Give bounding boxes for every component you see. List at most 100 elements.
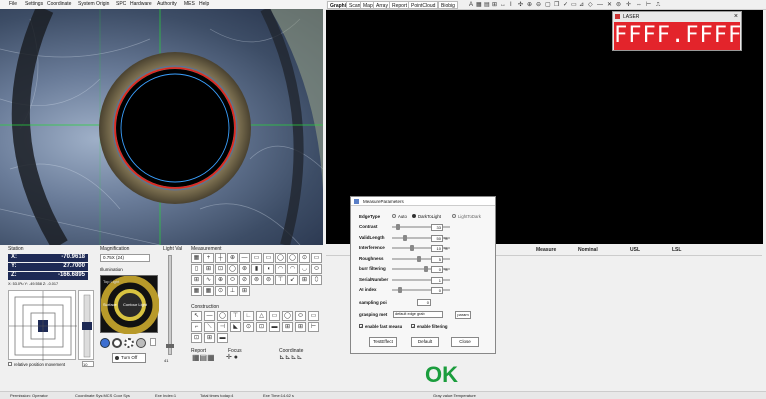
point-tool-icon[interactable]: ▦: [191, 286, 202, 296]
construction-tool-icon[interactable]: ⊞: [204, 333, 215, 343]
rect-tool-icon[interactable]: ⊚: [251, 275, 262, 285]
menu-file[interactable]: File: [9, 1, 17, 7]
plus-icon[interactable]: ✛: [626, 2, 631, 8]
turn-off-button[interactable]: Turn Off: [112, 353, 146, 363]
crosshair-tool-icon[interactable]: ⊕: [215, 275, 226, 285]
line-tool-icon[interactable]: ⊞: [239, 286, 250, 296]
crosshair-tool-icon[interactable]: ⊡: [215, 264, 226, 274]
sampling-input[interactable]: 0: [417, 299, 431, 306]
construction-tool-icon[interactable]: ⊤: [230, 311, 241, 321]
point-tool-icon[interactable]: ▯: [191, 264, 202, 274]
cross-tool-icon[interactable]: ∿: [203, 275, 214, 285]
cursor-icon[interactable]: I: [510, 2, 512, 8]
slot-tool-icon[interactable]: ◖: [263, 264, 274, 274]
menu-mes[interactable]: MES: [184, 1, 195, 7]
construction-tool-icon[interactable]: ⟍: [204, 322, 215, 332]
cross-tool-icon[interactable]: ▦: [203, 286, 214, 296]
filtering-checkbox[interactable]: ✓: [411, 324, 415, 329]
table-icon[interactable]: ▤: [484, 2, 490, 8]
cross-tool-icon[interactable]: +: [203, 253, 214, 263]
coaxial-light-icon[interactable]: [112, 338, 122, 348]
menu-hardware[interactable]: Hardware: [130, 1, 152, 7]
coordinate-icons[interactable]: ⊾⊾⊾⊾: [279, 354, 302, 361]
light-slider-thumb[interactable]: [166, 344, 174, 348]
param-button[interactable]: param: [455, 311, 471, 319]
menu-system-origin[interactable]: System Origin: [78, 1, 109, 7]
marker-icon[interactable]: ⊿: [579, 2, 584, 8]
construction-tool-icon[interactable]: ⊙: [243, 322, 254, 332]
frame-icon[interactable]: ▢: [545, 2, 551, 8]
check-icon[interactable]: ✓: [563, 2, 568, 8]
focus-icons[interactable]: ✛ ●: [226, 354, 238, 361]
construction-tool-icon[interactable]: △: [256, 311, 267, 321]
layer-icon[interactable]: ⎍: [656, 2, 660, 8]
tab-report[interactable]: Report: [389, 1, 411, 9]
menu-help[interactable]: Help: [199, 1, 209, 7]
default-button[interactable]: Default: [411, 337, 439, 347]
slot-tool-icon[interactable]: ▭: [263, 253, 274, 263]
param-slider-thumb[interactable]: [417, 255, 421, 262]
circle-tool-icon[interactable]: ◠: [275, 264, 286, 274]
menu-settings[interactable]: Settings: [25, 1, 43, 7]
circle-tool-icon[interactable]: ◯: [275, 253, 286, 263]
line-tool-icon[interactable]: ⊘: [239, 275, 250, 285]
report-icons[interactable]: ▦▤▦: [192, 354, 215, 362]
light-dropdown[interactable]: [150, 338, 156, 346]
menu-authority[interactable]: Authority: [157, 1, 177, 7]
circle-center-tool-icon[interactable]: ⊙: [299, 253, 310, 263]
z-jog[interactable]: [78, 290, 94, 360]
construction-tool-icon[interactable]: ⊞: [282, 322, 293, 332]
relative-input[interactable]: 10: [82, 361, 94, 367]
param-value-input[interactable]: 1: [431, 276, 443, 284]
param-value-input[interactable]: 33: [431, 224, 443, 231]
expand-icon[interactable]: ✣: [518, 2, 523, 8]
construction-tool-icon[interactable]: ◣: [230, 322, 241, 332]
illumination-control[interactable]: Top Light Surface Contour Light: [100, 275, 160, 335]
close-icon[interactable]: ×: [734, 13, 738, 20]
construction-tool-icon[interactable]: ↖: [191, 311, 202, 321]
param-slider-thumb[interactable]: [396, 224, 400, 230]
lock-icon[interactable]: ⊜: [616, 2, 621, 8]
construction-tool-icon[interactable]: ⌐: [191, 322, 202, 332]
param-value-input[interactable]: 10: [431, 245, 443, 252]
param-value-input[interactable]: 0: [431, 287, 443, 294]
ruler-icon[interactable]: ⊢: [646, 2, 651, 8]
construction-tool-icon[interactable]: ⊣: [217, 322, 228, 332]
fit-icon[interactable]: ⊞: [492, 2, 497, 8]
cross-tool-icon[interactable]: ⊞: [203, 264, 214, 274]
construction-tool-icon[interactable]: ▬: [217, 333, 228, 343]
rect-tool-icon[interactable]: ▮: [251, 264, 262, 274]
arc-tool-icon[interactable]: ◠: [287, 264, 298, 274]
point-tool-icon[interactable]: ▦: [191, 253, 202, 263]
line-tool-icon[interactable]: —: [239, 253, 250, 263]
light-slider[interactable]: [166, 255, 174, 355]
construction-tool-icon[interactable]: ⊞: [295, 322, 306, 332]
param-value-input[interactable]: 50: [431, 234, 443, 242]
circle-pt-tool-icon[interactable]: ⊥: [227, 286, 238, 296]
construction-tool-icon[interactable]: ⬭: [295, 311, 306, 321]
radio-darktolight[interactable]: [412, 214, 416, 218]
ellipse-tool-icon[interactable]: ⬭: [311, 264, 322, 274]
arc-tool-icon[interactable]: ↙: [287, 275, 298, 285]
construction-tool-icon[interactable]: ⊡: [191, 333, 202, 343]
grid-icon[interactable]: ▦: [476, 2, 482, 8]
radio-auto[interactable]: [392, 214, 396, 218]
close-icon[interactable]: ✕: [607, 2, 612, 8]
crosshair-tool-icon[interactable]: ⊙: [215, 286, 226, 296]
menu-spc[interactable]: SPC: [116, 1, 126, 7]
test-effect-button[interactable]: TestEffect: [369, 337, 397, 347]
circle-center-tool-icon[interactable]: ◡: [299, 264, 310, 274]
jog-pad[interactable]: [8, 290, 77, 361]
param-value-input[interactable]: 5: [431, 255, 443, 263]
zoom-in-icon[interactable]: ⊕: [527, 2, 532, 8]
circle-pt-tool-icon[interactable]: ⊕: [227, 253, 238, 263]
circle-pt-tool-icon[interactable]: ◯: [227, 264, 238, 274]
construction-tool-icon[interactable]: ▬: [269, 322, 280, 332]
camera-view[interactable]: [0, 9, 323, 245]
construction-tool-icon[interactable]: ∟: [243, 311, 254, 321]
arrow-icon[interactable]: ↔: [500, 2, 506, 8]
all-light-icon[interactable]: [136, 338, 146, 348]
move-icon[interactable]: ⇔: [636, 2, 642, 8]
param-value-input[interactable]: 0: [431, 266, 443, 273]
point-tool-icon[interactable]: ⊞: [191, 275, 202, 285]
